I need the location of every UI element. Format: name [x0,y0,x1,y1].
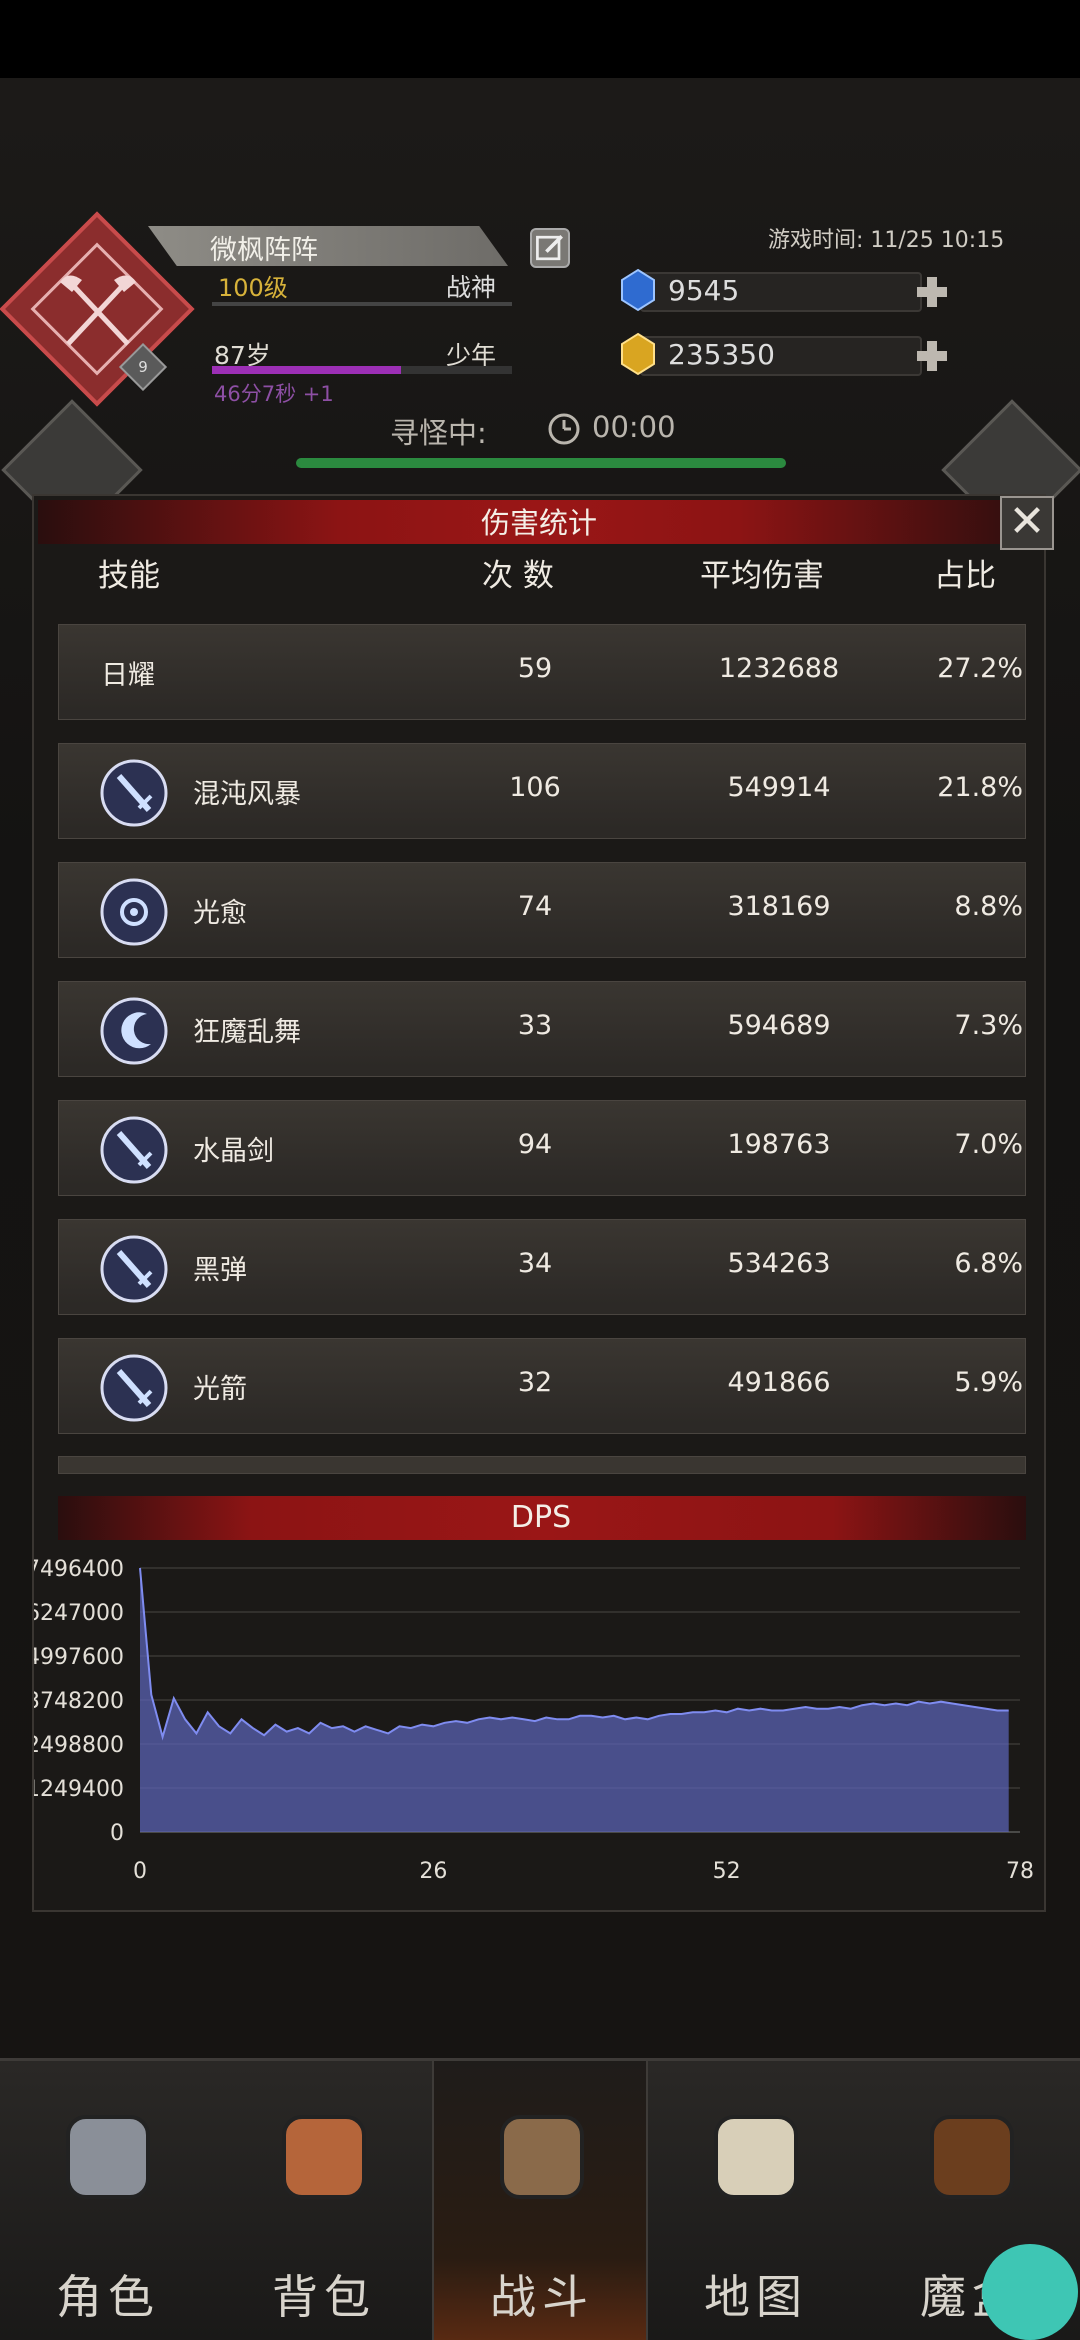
avg-damage: 198763 [727,1129,831,1160]
nav-label: 地图 [704,2270,808,2324]
crescent-icon [100,997,168,1065]
avg-damage: 549914 [727,772,831,803]
y-tick-label: 4997600 [34,1645,124,1670]
sword-icon [100,759,168,827]
avg-damage: 491866 [727,1367,831,1398]
damage-share: 27.2% [937,653,1023,684]
hit-count: 32 [517,1367,553,1398]
sword-icon [100,1116,168,1184]
x-tick-label: 78 [1006,1859,1034,1884]
sun-icon [100,878,168,946]
skill-name: 光箭 [193,1374,247,1405]
sword-icon [100,1354,168,1422]
game-screen: 9 微枫阵阵 100级 战神 87岁 少年 46分7秒 +1 游戏时间: 11/… [0,0,1080,2340]
hit-count: 74 [517,891,553,922]
damage-share: 5.9% [954,1367,1023,1398]
damage-share: 8.8% [954,891,1023,922]
table-row[interactable]: 黑弹 34 534263 6.8% [58,1219,1026,1315]
gold-gem-icon [621,332,655,376]
avg-damage: 594689 [727,1010,831,1041]
nav-item-3[interactable]: 地图 [648,2061,864,2340]
avg-damage: 534263 [727,1248,831,1279]
hit-count: 59 [517,653,553,684]
damage-share: 7.3% [954,1010,1023,1041]
table-row[interactable]: 光箭 32 491866 5.9% [58,1338,1026,1434]
helmet-icon [66,2115,150,2199]
name-plate [148,226,508,266]
nav-label: 角色 [56,2270,160,2324]
avg-damage: 1232688 [718,653,840,684]
age-progress-fill [212,366,401,374]
nav-item-0[interactable]: 角色 [0,2061,216,2340]
table-row[interactable]: 水晶剑 94 198763 7.0% [58,1100,1026,1196]
hit-count: 33 [517,1010,553,1041]
status-bar [0,0,1080,78]
header-skill: 技能 [98,558,160,594]
nav-item-1[interactable]: 背包 [216,2061,432,2340]
player-name: 微枫阵阵 [210,235,318,266]
damage-share: 6.8% [954,1248,1023,1279]
scroll-map-icon [714,2115,798,2199]
nav-item-2[interactable]: 战斗 [432,2061,648,2340]
nav-label: 战斗 [490,2270,594,2324]
player-title: 战神 [446,273,497,302]
search-progress-bar [296,458,786,468]
shield-sword-icon [500,2115,584,2199]
crossed-axes-icon [60,275,136,346]
search-timer: 00:00 [592,410,676,444]
avg-damage: 318169 [727,891,831,922]
table-row[interactable]: 日耀 59 1232688 27.2% [58,624,1026,720]
list-item-partial [58,1456,1026,1474]
table-row[interactable]: 狂魔乱舞 33 594689 7.3% [58,981,1026,1077]
age-timer: 46分7秒 +1 [214,382,334,406]
x-tick-label: 0 [133,1859,147,1884]
nav-label: 背包 [272,2270,376,2324]
search-status-label: 寻怪中: [390,416,487,450]
hit-count: 34 [517,1248,553,1279]
x-tick-label: 52 [713,1859,741,1884]
skill-name: 水晶剑 [193,1136,274,1167]
bottom-nav: 角色 背包 战斗 地图 魔盒 [0,2058,1080,2340]
skill-name: 日耀 [101,660,155,691]
x-tick-label: 26 [419,1859,447,1884]
clock-icon [548,413,580,445]
hit-count: 106 [509,772,561,803]
damage-share: 7.0% [954,1129,1023,1160]
gold-count: 235350 [668,338,775,371]
dps-title: DPS [510,1500,572,1535]
y-tick-label: 0 [110,1821,124,1846]
header-share: 占比 [934,558,996,594]
table-row[interactable]: 混沌风暴 106 549914 21.8% [58,743,1026,839]
modal-title: 伤害统计 [480,506,597,540]
dps-chart: 7496400 6247000 4997600 3748200 2498800 12494… [34,1557,1034,1884]
header-count: 次 数 [482,558,554,594]
game-time: 游戏时间: 11/25 10:15 [768,228,1005,253]
damage-share: 21.8% [937,772,1023,803]
add-gold-icon[interactable] [914,338,950,374]
sword-icon [100,1235,168,1303]
y-tick-label: 1249400 [34,1777,124,1802]
player-level: 100级 [218,274,288,302]
blue-gem-icon [621,268,655,312]
skill-name: 黑弹 [193,1255,247,1286]
magic-box-icon [930,2115,1014,2199]
y-tick-label: 3748200 [34,1689,124,1714]
gem-count: 9545 [668,274,740,307]
divider [212,302,512,306]
backpack-icon [282,2115,366,2199]
skill-name: 混沌风暴 [193,779,301,810]
skill-name: 狂魔乱舞 [193,1017,301,1048]
rocket-icon[interactable] [982,2244,1078,2340]
y-tick-label: 7496400 [34,1557,124,1582]
add-gems-icon[interactable] [914,274,950,310]
header-avg-damage: 平均伤害 [700,558,824,594]
edit-name-icon[interactable] [530,228,570,268]
hit-count: 94 [517,1129,553,1160]
y-tick-label: 6247000 [34,1601,124,1626]
close-button[interactable]: ✕ [1000,496,1054,550]
skill-name: 光愈 [193,898,247,929]
table-row[interactable]: 光愈 74 318169 8.8% [58,862,1026,958]
damage-stats-modal: 伤害统计 ✕ 技能 次 数 平均伤害 占比 日耀 59 1232688 27.2% 混沌… [32,494,1054,1912]
y-tick-label: 2498800 [34,1733,124,1758]
